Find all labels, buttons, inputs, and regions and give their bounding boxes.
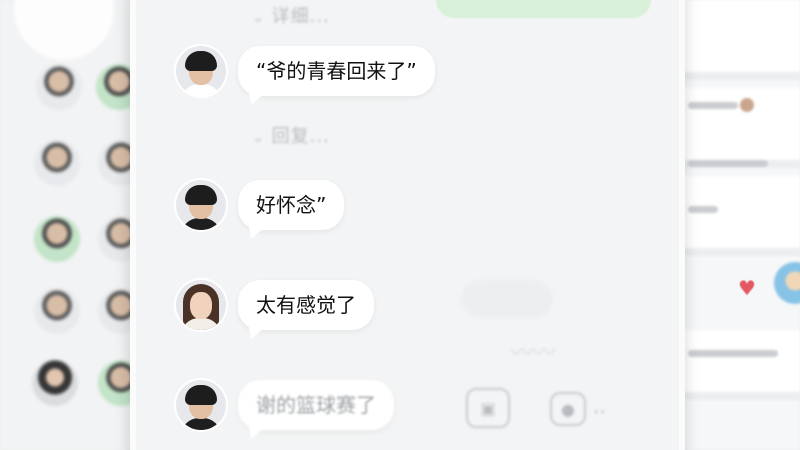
- feed-avatar: [774, 262, 800, 304]
- feed-line: [688, 350, 778, 357]
- feed-line: [688, 102, 738, 109]
- chevron-down-icon: ⌄: [252, 128, 266, 146]
- message-row: 好怀念”: [176, 180, 345, 230]
- sent-message-bubble: [436, 0, 651, 18]
- feed-card: [678, 330, 800, 400]
- background-pill: [461, 280, 553, 318]
- avatar[interactable]: [176, 280, 226, 330]
- background-feed-panel: [678, 0, 800, 450]
- background-contact-list: [0, 0, 144, 450]
- feed-line: [688, 206, 718, 213]
- background-avatar: [34, 140, 80, 186]
- chevron-down-icon: ⌄: [252, 8, 266, 26]
- collapsed-reply-hint[interactable]: ⌄ 详细...: [252, 2, 330, 28]
- heart-icon: ♥: [738, 276, 756, 300]
- message-bubble[interactable]: 太有感觉了: [238, 280, 374, 330]
- message-row: 太有感觉了: [176, 280, 374, 330]
- message-row: “爷的青春回来了”: [176, 46, 435, 96]
- avatar[interactable]: [176, 380, 226, 430]
- message-row: 谢的篮球赛了: [176, 380, 394, 430]
- avatar[interactable]: [176, 46, 226, 96]
- background-avatar: [36, 64, 82, 110]
- more-icon[interactable]: ●: [550, 392, 586, 426]
- feed-card: [678, 0, 800, 80]
- wave-decoration: 〰〰: [511, 341, 556, 366]
- message-bubble[interactable]: 好怀念”: [238, 180, 345, 230]
- message-bubble[interactable]: 谢的篮球赛了: [238, 380, 394, 430]
- feed-card: [678, 88, 800, 168]
- background-avatar: [32, 360, 78, 406]
- feed-card: [678, 160, 800, 256]
- feed-avatar: [740, 98, 754, 112]
- image-icon[interactable]: ▣: [466, 388, 510, 428]
- avatar[interactable]: [176, 180, 226, 230]
- message-bubble[interactable]: “爷的青春回来了”: [238, 46, 435, 96]
- feed-line: [688, 160, 768, 167]
- chat-panel: ⌄ 详细... “爷的青春回来了” ⌄ 回复... 好怀念” 太有感觉了 〰〰 谢的…: [130, 0, 685, 450]
- ellipsis-icon[interactable]: ··: [593, 400, 606, 424]
- background-bubble: [14, 0, 114, 60]
- background-avatar: [34, 216, 80, 262]
- background-avatar: [34, 288, 80, 334]
- collapsed-reply-hint[interactable]: ⌄ 回复...: [252, 122, 330, 148]
